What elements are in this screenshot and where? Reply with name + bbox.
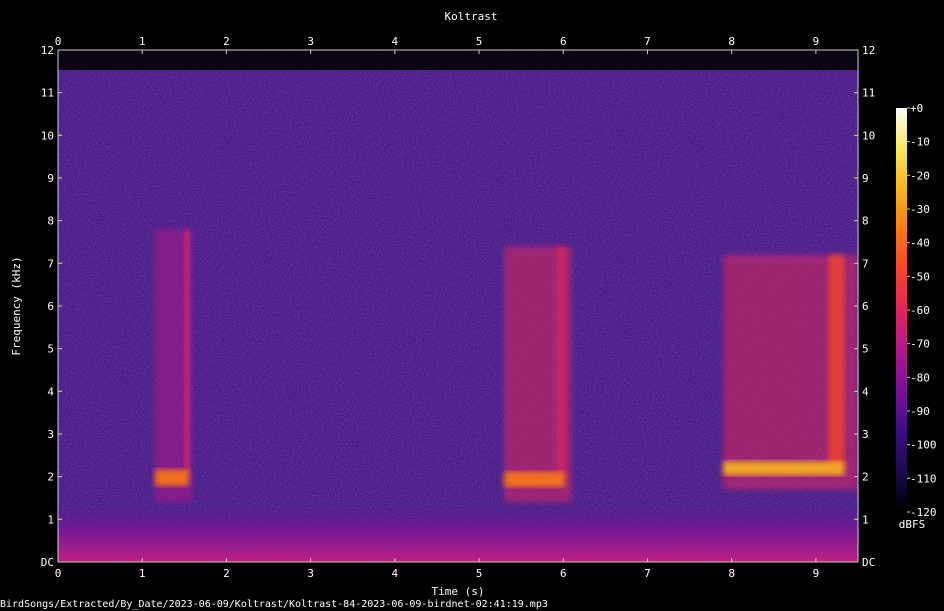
- y-tick-right-label: 7: [862, 257, 869, 270]
- colorbar-gradient: [896, 108, 907, 512]
- spectrogram-chart: Koltrast 00112233445566778899 DC DC1 12 23 3…: [0, 10, 937, 610]
- y-tick-right-label: 11: [862, 87, 875, 100]
- y-tick-right-label: 2: [862, 471, 869, 484]
- y-tick-right-label: 12: [862, 44, 875, 57]
- colorbar-tick-label: -90: [910, 405, 930, 418]
- x-tick-top-label: 0: [55, 35, 62, 48]
- y-tick-left-label: 12: [41, 44, 54, 57]
- colorbar-tick-label: -100: [910, 439, 937, 452]
- y-tick-left-label: 1: [47, 513, 54, 526]
- y-tick-right-label: 9: [862, 172, 869, 185]
- spectrogram-event-1-peak: [154, 469, 189, 486]
- spectrogram-event-2-sweep: [556, 246, 565, 477]
- y-tick-left-label: 7: [47, 257, 54, 270]
- x-tick-bottom-label: 7: [644, 567, 651, 580]
- x-axis-label: Time (s): [432, 585, 485, 598]
- y-tick-right-label: DC: [862, 556, 875, 569]
- x-tick-bottom-label: 2: [223, 567, 230, 580]
- spectrogram-top-dark-band: [58, 50, 858, 70]
- footer-file-path: BirdSongs/Extracted/By_Date/2023-06-09/K…: [0, 599, 548, 610]
- colorbar-label: dBFS: [899, 518, 926, 531]
- colorbar: +0-10-20-30-40-50-60-70-80-90-100-110-12…: [896, 102, 937, 531]
- y-tick-left-label: 8: [47, 215, 54, 228]
- spectrogram-event-3-peak: [723, 461, 845, 476]
- y-tick-right-label: 10: [862, 129, 875, 142]
- x-tick-bottom-label: 4: [392, 567, 399, 580]
- spectrogram-event-1-sweep: [184, 229, 190, 475]
- chart-title: Koltrast: [445, 10, 498, 23]
- y-tick-right-label: 1: [862, 513, 869, 526]
- plot-area: [58, 50, 858, 562]
- x-tick-top-label: 7: [644, 35, 651, 48]
- x-tick-bottom-label: 3: [307, 567, 314, 580]
- colorbar-tick-label: -30: [910, 203, 930, 216]
- y-tick-left-label: 6: [47, 300, 54, 313]
- colorbar-tick-label: +0: [910, 102, 923, 115]
- colorbar-tick-label: -20: [910, 169, 930, 182]
- x-tick-top-label: 3: [307, 35, 314, 48]
- x-tick-bottom-label: 8: [728, 567, 735, 580]
- x-tick-bottom-label: 5: [476, 567, 483, 580]
- colorbar-tick-label: -60: [910, 304, 930, 317]
- y-tick-left-label: 9: [47, 172, 54, 185]
- colorbar-tick-label: -80: [910, 371, 930, 384]
- colorbar-ticks: +0-10-20-30-40-50-60-70-80-90-100-110-12…: [907, 102, 937, 519]
- y-tick-right-label: 6: [862, 300, 869, 313]
- y-tick-left-label: 4: [47, 385, 54, 398]
- x-tick-bottom-label: 0: [55, 567, 62, 580]
- x-tick-top-label: 1: [139, 35, 146, 48]
- y-axis-label: Frequency (kHz): [10, 256, 23, 355]
- y-tick-left-label: 11: [41, 87, 54, 100]
- spectrogram-low-frequency-band: [58, 505, 858, 562]
- colorbar-tick-label: -40: [910, 237, 930, 250]
- x-tick-top-label: 9: [813, 35, 820, 48]
- x-tick-top-label: 8: [728, 35, 735, 48]
- x-tick-bottom-label: 1: [139, 567, 146, 580]
- y-tick-left-label: 2: [47, 471, 54, 484]
- colorbar-tick-label: -10: [910, 136, 930, 149]
- x-tick-bottom-label: 6: [560, 567, 567, 580]
- x-tick-bottom-label: 9: [813, 567, 820, 580]
- y-tick-left-label: 5: [47, 343, 54, 356]
- x-tick-top-label: 5: [476, 35, 483, 48]
- y-tick-right-label: 3: [862, 428, 869, 441]
- colorbar-tick-label: -110: [910, 472, 937, 485]
- y-tick-right-label: 5: [862, 343, 869, 356]
- colorbar-tick-label: -50: [910, 270, 930, 283]
- x-tick-top-label: 2: [223, 35, 230, 48]
- y-tick-left-label: DC: [41, 556, 54, 569]
- y-tick-right-label: 4: [862, 385, 869, 398]
- y-tick-right-label: 8: [862, 215, 869, 228]
- spectrogram-event-3-sweep: [828, 254, 845, 466]
- spectrogram-event-2-peak: [504, 471, 565, 487]
- colorbar-tick-label: -70: [910, 338, 930, 351]
- x-tick-top-label: 4: [392, 35, 399, 48]
- x-tick-top-label: 6: [560, 35, 567, 48]
- y-tick-left-label: 3: [47, 428, 54, 441]
- y-tick-left-label: 10: [41, 129, 54, 142]
